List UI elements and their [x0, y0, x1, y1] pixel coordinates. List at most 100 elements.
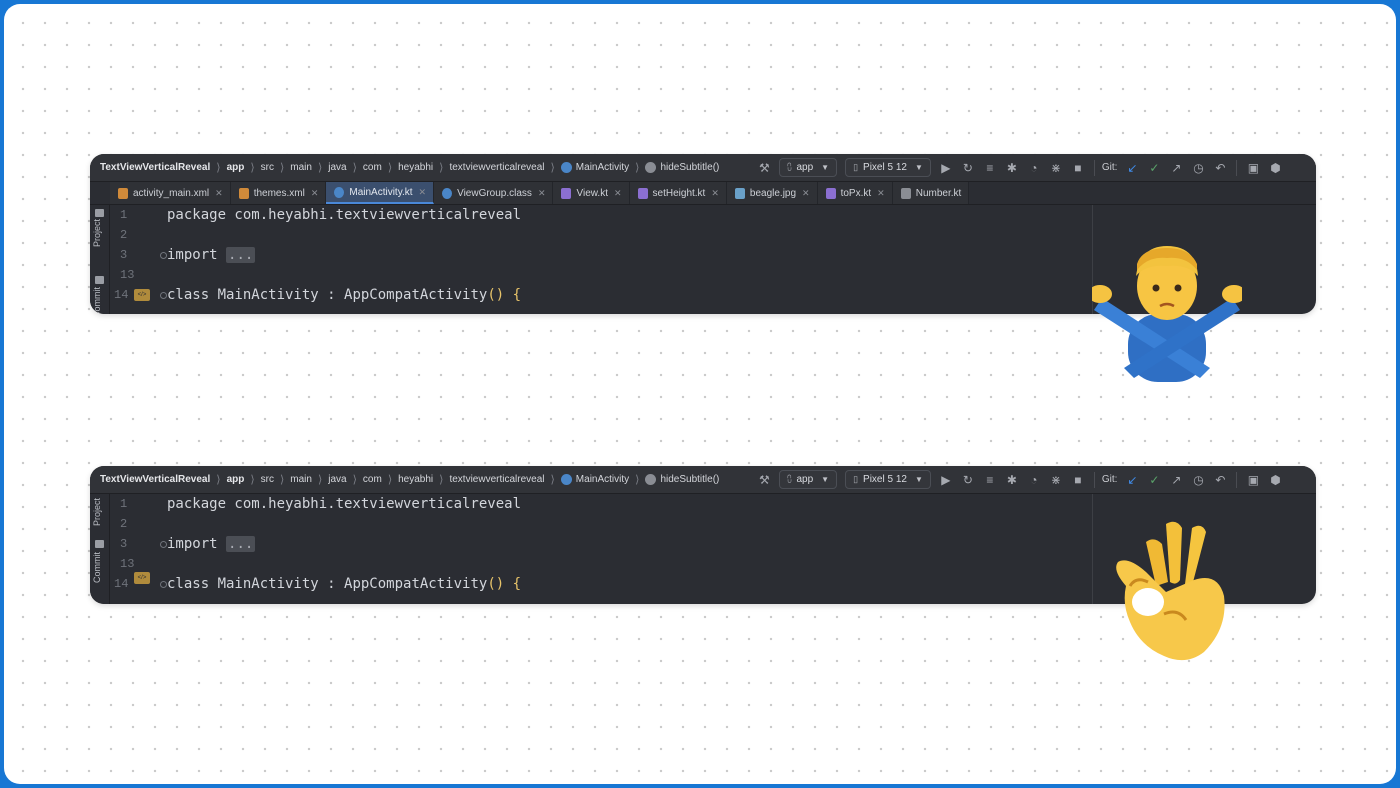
breadcrumb-src[interactable]: src	[261, 474, 274, 485]
git-push-icon[interactable]: ↗	[1165, 471, 1187, 489]
chevron-right-icon: ⟩	[387, 474, 393, 486]
class-body-open: () {	[487, 576, 522, 592]
breadcrumb-class-label: MainActivity	[575, 162, 630, 173]
apply-code-changes-icon[interactable]: ≡	[979, 159, 1001, 177]
breadcrumb-class[interactable]: MainActivity	[560, 474, 629, 485]
profile-icon[interactable]: ◔	[1023, 159, 1045, 177]
breadcrumb-java[interactable]: java	[328, 474, 346, 485]
tab-activity-main-xml[interactable]: activity_main.xml ✕	[110, 182, 231, 204]
breadcrumb-module[interactable]: app	[227, 162, 245, 173]
breadcrumb-com[interactable]: com	[363, 474, 382, 485]
git-commit-icon[interactable]: ✓	[1143, 471, 1165, 489]
device-select[interactable]: ▯ Pixel 5 12 ▼	[845, 158, 931, 177]
close-icon[interactable]: ✕	[614, 188, 622, 199]
attach-debugger-icon[interactable]: ⋇	[1045, 471, 1067, 489]
close-icon[interactable]: ✕	[877, 188, 885, 199]
project-tool-tab[interactable]: Project	[92, 498, 102, 526]
debug-icon[interactable]: ✱	[1001, 471, 1023, 489]
close-icon[interactable]: ✕	[419, 187, 427, 198]
tab-themes-xml[interactable]: themes.xml ✕	[230, 182, 327, 204]
close-icon[interactable]: ✕	[711, 188, 719, 199]
close-icon[interactable]: ✕	[215, 188, 223, 199]
breadcrumb-class[interactable]: MainActivity	[560, 162, 630, 173]
attach-debugger-icon[interactable]: ⋇	[1045, 159, 1067, 177]
folded-imports[interactable]: ...	[226, 536, 256, 552]
breadcrumb-project[interactable]: TextViewVerticalReveal	[100, 474, 210, 485]
breadcrumb-heyabhi[interactable]: heyabhi	[398, 162, 433, 173]
breadcrumb-method[interactable]: hideSubtitle()	[645, 162, 719, 173]
git-commit-icon[interactable]: ✓	[1143, 159, 1165, 177]
debug-icon[interactable]: ✱	[1001, 159, 1023, 177]
chevron-right-icon: ⟩	[279, 162, 285, 174]
tab-label: ViewGroup.class	[457, 187, 532, 199]
rollback-icon[interactable]: ↶	[1209, 471, 1231, 489]
android-activity-icon[interactable]: </>	[134, 289, 150, 301]
run-config-select[interactable]: ⩇ app ▼	[779, 158, 838, 177]
git-label: Git:	[1101, 162, 1118, 173]
commit-tool-tab[interactable]: Commit	[92, 552, 102, 583]
stop-icon[interactable]: ■	[1067, 159, 1089, 177]
tab-number-kt[interactable]: Number.kt	[892, 182, 970, 204]
main-toolbar: ⚒ ⩇ app ▼ ▯ Pixel 5 12 ▼ ▶ ↻ ≡ ✱ ◔ ⋇ ■ Git: …	[753, 158, 1286, 177]
device-select[interactable]: ▯ Pixel 5 12 ▼	[845, 470, 931, 489]
tab-label: themes.xml	[253, 187, 305, 199]
tab-viewgroup-class[interactable]: ViewGroup.class ✕	[434, 182, 554, 204]
chevron-right-icon: ⟩	[352, 162, 357, 174]
class-icon	[442, 187, 453, 199]
folded-imports[interactable]: ...	[226, 247, 256, 263]
breadcrumb-module[interactable]: app	[227, 474, 245, 485]
device-label: Pixel 5 12	[863, 162, 907, 173]
tab-topx-kt[interactable]: toPx.kt ✕	[817, 182, 893, 204]
android-activity-icon[interactable]: </>	[134, 572, 150, 584]
breadcrumb-src[interactable]: src	[261, 162, 274, 173]
tab-beagle-jpg[interactable]: beagle.jpg ✕	[726, 182, 818, 204]
close-icon[interactable]: ✕	[311, 188, 319, 199]
hammer-icon[interactable]: ⚒	[753, 159, 775, 177]
git-push-icon[interactable]: ↗	[1165, 159, 1187, 177]
run-icon[interactable]: ▶	[935, 471, 957, 489]
sdk-manager-icon[interactable]: ⬢	[1264, 159, 1286, 177]
code-line: package com.heyabhi.textviewverticalreve…	[167, 496, 522, 512]
device-manager-icon[interactable]: ▣	[1242, 471, 1264, 489]
method-icon	[645, 162, 657, 173]
kotlin-file-icon	[825, 187, 836, 199]
folder-icon	[95, 209, 104, 217]
tab-main-activity-kt[interactable]: MainActivity.kt ✕	[326, 182, 435, 204]
breadcrumb-com[interactable]: com	[363, 162, 382, 173]
hammer-icon[interactable]: ⚒	[753, 471, 775, 489]
tab-label: View.kt	[576, 187, 608, 199]
toolbar-divider	[1093, 159, 1095, 176]
breadcrumb-heyabhi[interactable]: heyabhi	[398, 474, 433, 485]
profile-icon[interactable]: ◔	[1023, 471, 1045, 489]
run-config-select[interactable]: ⩇ app ▼	[779, 470, 838, 489]
chevron-right-icon: ⟩	[550, 162, 555, 174]
breadcrumb-java[interactable]: java	[328, 162, 346, 173]
commit-tool-tab[interactable]: Commit	[92, 287, 102, 314]
apply-changes-icon[interactable]: ↻	[957, 471, 979, 489]
close-icon[interactable]: ✕	[802, 188, 810, 199]
line-number: 14	[114, 288, 129, 302]
breadcrumb-method[interactable]: hideSubtitle()	[645, 474, 719, 485]
breadcrumb-main[interactable]: main	[290, 162, 312, 173]
run-icon[interactable]: ▶	[935, 159, 957, 177]
close-icon[interactable]: ✕	[538, 188, 546, 199]
git-update-icon[interactable]: ↙	[1121, 159, 1143, 177]
tab-setheight-kt[interactable]: setHeight.kt ✕	[629, 182, 727, 204]
stop-icon[interactable]: ■	[1067, 471, 1089, 489]
tab-view-kt[interactable]: View.kt ✕	[553, 182, 630, 204]
breadcrumb-project[interactable]: TextViewVerticalReveal	[100, 162, 210, 173]
git-update-icon[interactable]: ↙	[1121, 471, 1143, 489]
apply-changes-icon[interactable]: ↻	[957, 159, 979, 177]
project-tool-tab[interactable]: Project	[92, 219, 102, 247]
breadcrumb-package[interactable]: textviewverticalreveal	[449, 162, 544, 173]
breadcrumb-package[interactable]: textviewverticalreveal	[449, 474, 544, 485]
breadcrumb-main[interactable]: main	[290, 474, 312, 485]
history-icon[interactable]: ◷	[1187, 159, 1209, 177]
device-manager-icon[interactable]: ▣	[1242, 159, 1264, 177]
sdk-manager-icon[interactable]: ⬢	[1264, 471, 1286, 489]
history-icon[interactable]: ◷	[1187, 471, 1209, 489]
rollback-icon[interactable]: ↶	[1209, 159, 1231, 177]
android-icon: ⩇	[787, 474, 792, 484]
apply-code-changes-icon[interactable]: ≡	[979, 471, 1001, 489]
chevron-right-icon: ⟩	[635, 162, 640, 174]
